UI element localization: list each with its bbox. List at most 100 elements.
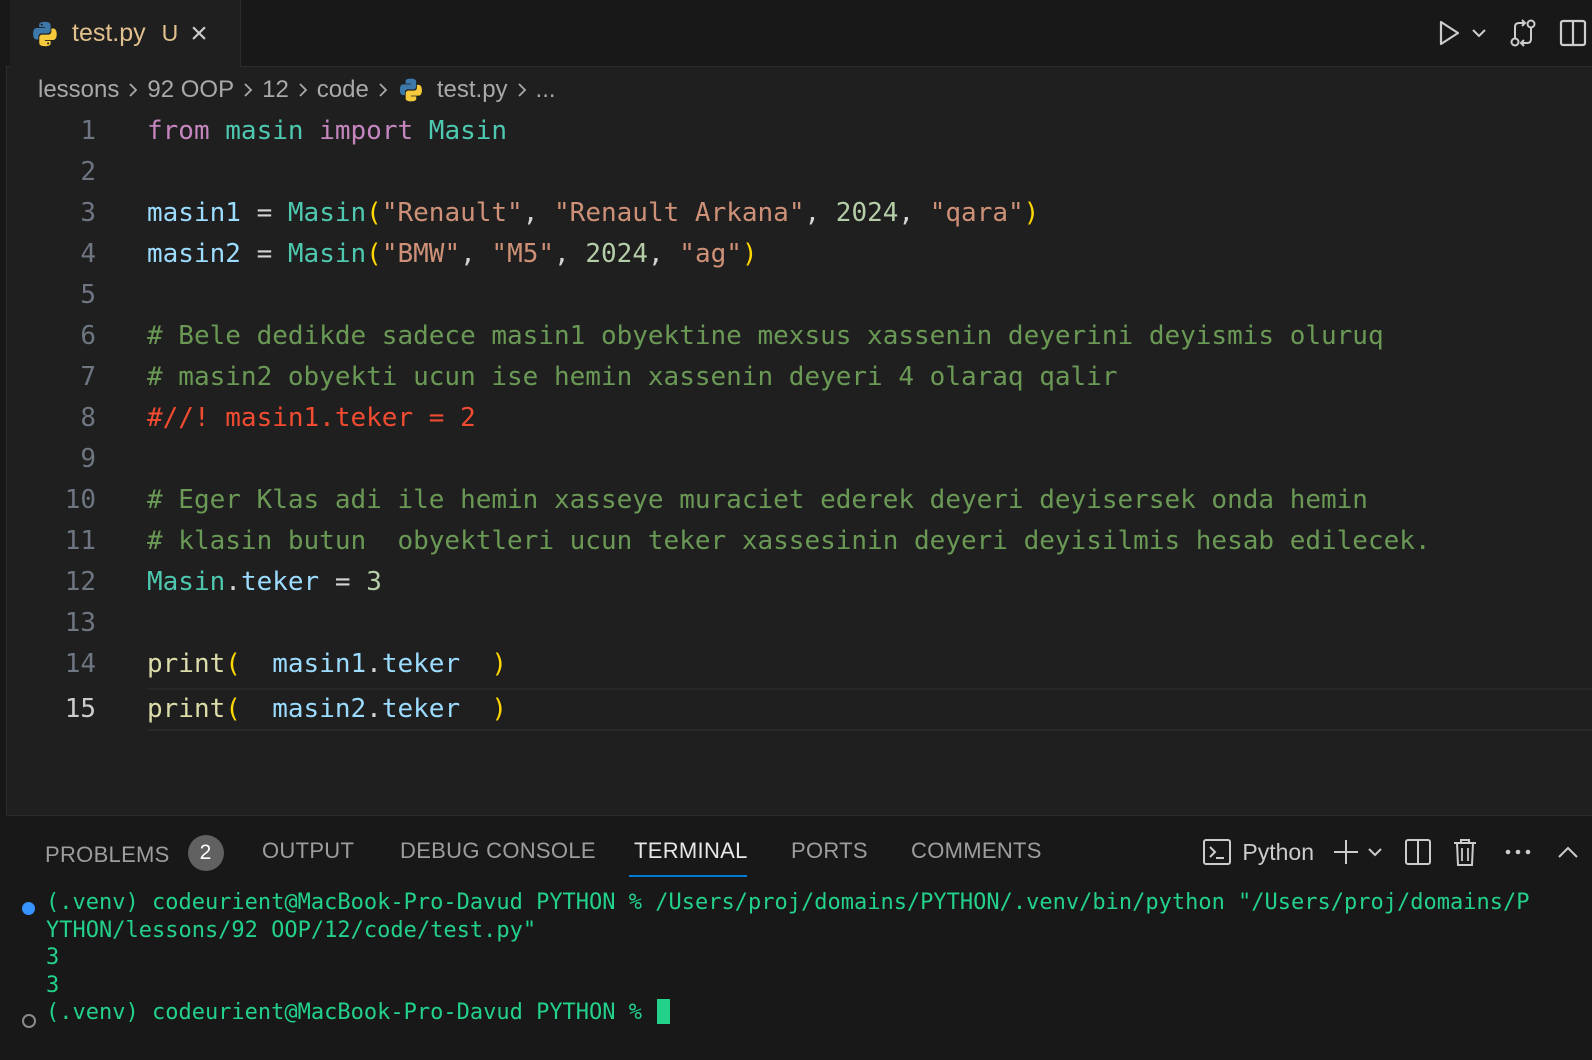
code-line: 10 # Eger Klas adi ile hemin xasseye mur… bbox=[6, 479, 1592, 520]
code-text: print( masin2.teker ) bbox=[147, 694, 507, 724]
line-number: 6 bbox=[80, 320, 96, 351]
number-token: 3 bbox=[366, 566, 382, 597]
alert-comment-token: #//! masin1.teker = 2 bbox=[147, 402, 476, 433]
terminal-actions: Python bbox=[1202, 830, 1592, 874]
bracket-token: ( bbox=[366, 238, 382, 269]
code-line: 8 #//! masin1.teker = 2 bbox=[6, 397, 1592, 438]
comment-token: # Eger Klas adi ile hemin xasseye muraci… bbox=[147, 484, 1368, 515]
code-line: 3 masin1 = Masin("Renault", "Renault Ark… bbox=[6, 192, 1592, 233]
variable-token: masin1 bbox=[147, 197, 241, 228]
breadcrumb-item-symbols[interactable]: ... bbox=[536, 76, 556, 104]
line-number: 2 bbox=[80, 156, 96, 187]
tab-comments[interactable]: COMMENTS bbox=[911, 838, 1042, 864]
tab-debug-console[interactable]: DEBUG CONSOLE bbox=[400, 838, 596, 864]
code-line: 13 bbox=[6, 602, 1592, 643]
code-text: from masin import Masin bbox=[147, 116, 507, 146]
chevron-right-icon bbox=[377, 81, 389, 99]
code-editor[interactable]: 1 from masin import Masin 2 3 masin1 = M… bbox=[6, 110, 1592, 810]
code-line: 14 print( masin1.teker ) bbox=[6, 643, 1592, 684]
line-number: 9 bbox=[80, 443, 96, 474]
line-number: 4 bbox=[80, 238, 96, 269]
line-number: 13 bbox=[64, 607, 96, 638]
line-number: 8 bbox=[80, 402, 96, 433]
number-token: 2024 bbox=[835, 197, 899, 228]
operator-token: = bbox=[240, 197, 288, 228]
terminal-output[interactable]: (.venv) codeurient@MacBook-Pro-Davud PYT… bbox=[46, 889, 1592, 1027]
punctuation-token: . bbox=[366, 693, 382, 724]
split-terminal-icon[interactable] bbox=[1404, 838, 1432, 866]
keyword-token: import bbox=[319, 115, 414, 146]
punctuation-token: , bbox=[522, 197, 555, 228]
line-number: 12 bbox=[64, 566, 96, 597]
class-token: Masin bbox=[287, 197, 367, 228]
breadcrumb-item-lessons[interactable]: lessons bbox=[38, 76, 119, 104]
keyword-token: from bbox=[147, 115, 210, 146]
tab-problems[interactable]: PROBLEMS 2 bbox=[45, 835, 224, 874]
chevron-down-icon[interactable] bbox=[1366, 846, 1384, 858]
editor-tab-bar: test.py U × bbox=[6, 0, 1592, 67]
line-number: 14 bbox=[64, 648, 96, 679]
comment-token: # Bele dedikde sadece masin1 obyektine m… bbox=[147, 320, 1384, 351]
editor-tab-test-py[interactable]: test.py U × bbox=[10, 0, 241, 67]
punctuation-token: , bbox=[460, 238, 492, 269]
attribute-token: teker bbox=[381, 648, 461, 679]
panel-tabs: PROBLEMS 2 OUTPUT DEBUG CONSOLE TERMINAL … bbox=[6, 816, 1592, 882]
code-line: 1 from masin import Masin bbox=[6, 110, 1592, 151]
compare-changes-icon[interactable] bbox=[1508, 13, 1538, 53]
tab-output[interactable]: OUTPUT bbox=[262, 838, 354, 864]
python-file-icon bbox=[399, 78, 422, 102]
line-number: 5 bbox=[80, 279, 96, 310]
function-token: print bbox=[147, 648, 226, 679]
bracket-token: ( bbox=[366, 197, 382, 228]
code-text: Masin.teker = 3 bbox=[147, 567, 382, 597]
breadcrumb-item-code[interactable]: code bbox=[317, 76, 369, 104]
comment-token: # klasin butun obyektleri ucun teker xas… bbox=[147, 525, 1431, 556]
breadcrumb-item-test-py[interactable]: test.py bbox=[437, 76, 508, 104]
class-token: Masin bbox=[428, 115, 508, 146]
punctuation-token: , bbox=[647, 238, 680, 269]
punctuation-token: , bbox=[804, 197, 836, 228]
more-icon[interactable] bbox=[1504, 848, 1532, 856]
line-number-active: 15 bbox=[64, 693, 96, 724]
class-token: Masin bbox=[287, 238, 367, 269]
active-tab-indicator bbox=[629, 875, 747, 877]
split-editor-icon[interactable] bbox=[1558, 13, 1588, 53]
command-success-indicator[interactable] bbox=[22, 902, 35, 915]
chevron-up-icon[interactable] bbox=[1556, 844, 1580, 860]
comment-token: # masin2 obyekti ucun ise hemin xassenin… bbox=[147, 361, 1118, 392]
terminal-cursor bbox=[657, 999, 671, 1025]
code-text: masin2 = Masin("BMW", "M5", 2024, "ag") bbox=[147, 239, 758, 269]
terminal-output-line: 3 bbox=[46, 945, 60, 971]
punctuation-token: . bbox=[225, 566, 241, 597]
code-line-active: 15 print( masin2.teker ) bbox=[6, 688, 1592, 729]
problems-count-badge: 2 bbox=[187, 835, 224, 871]
terminal-output-line: 3 bbox=[46, 972, 60, 998]
terminal-line: YTHON/lessons/92 OOP/12/code/test.py" bbox=[46, 917, 537, 943]
operator-token: = bbox=[240, 238, 288, 269]
bottom-panel: PROBLEMS 2 OUTPUT DEBUG CONSOLE TERMINAL … bbox=[6, 815, 1592, 1060]
chevron-right-icon bbox=[516, 81, 528, 99]
chevron-down-icon[interactable] bbox=[1470, 13, 1488, 53]
run-icon[interactable] bbox=[1436, 13, 1462, 53]
breadcrumb-item-12[interactable]: 12 bbox=[262, 76, 289, 104]
code-text: print( masin1.teker ) bbox=[147, 649, 507, 679]
string-token: "Renault" bbox=[381, 197, 523, 228]
code-line: 6 # Bele dedikde sadece masin1 obyektine… bbox=[6, 315, 1592, 356]
class-token: Masin bbox=[147, 566, 226, 597]
python-file-icon bbox=[33, 21, 57, 46]
terminal-shell-name[interactable]: Python bbox=[1242, 839, 1314, 866]
tab-ports[interactable]: PORTS bbox=[791, 838, 868, 864]
breadcrumb-item-92-oop[interactable]: 92 OOP bbox=[147, 76, 234, 104]
code-line: 4 masin2 = Masin("BMW", "M5", 2024, "ag"… bbox=[6, 233, 1592, 274]
plus-icon[interactable] bbox=[1332, 838, 1360, 866]
trash-icon[interactable] bbox=[1452, 837, 1478, 867]
string-token: "BMW" bbox=[381, 238, 461, 269]
tab-terminal[interactable]: TERMINAL bbox=[634, 838, 748, 864]
line-number: 1 bbox=[80, 115, 96, 146]
close-icon[interactable]: × bbox=[190, 18, 208, 49]
chevron-right-icon bbox=[127, 81, 139, 99]
command-pending-indicator[interactable] bbox=[22, 1014, 36, 1028]
chevron-right-icon bbox=[242, 81, 254, 99]
